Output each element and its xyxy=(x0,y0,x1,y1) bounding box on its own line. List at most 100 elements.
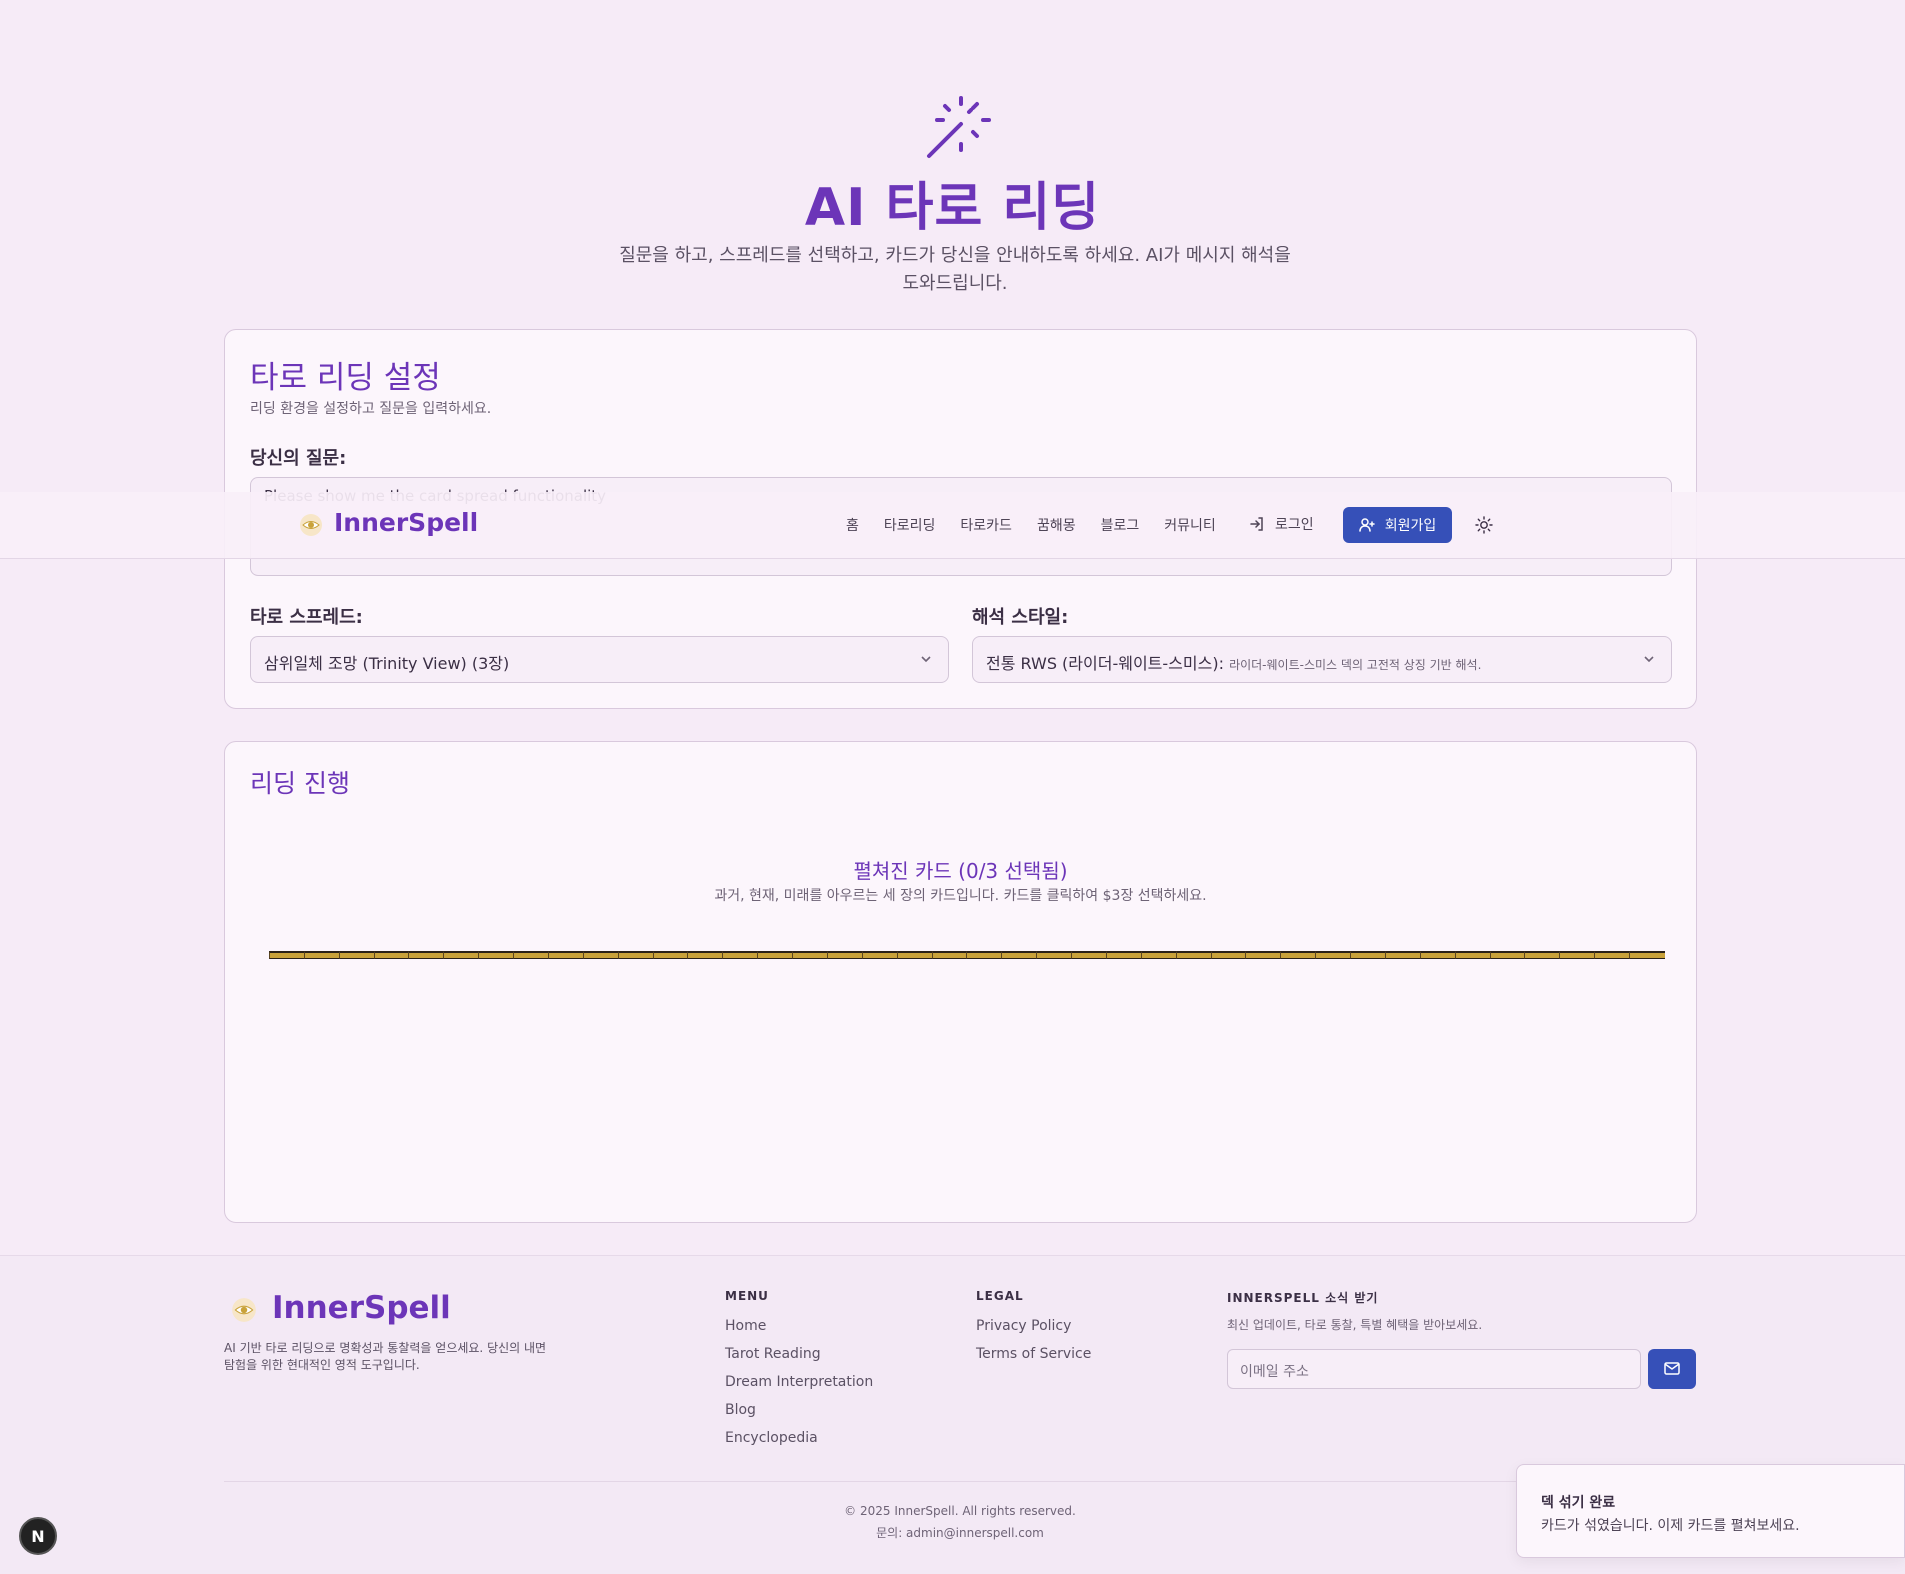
signup-label: 회원가입 xyxy=(1384,518,1437,534)
toast-title: 덱 섞기 완료 xyxy=(1541,1495,1616,1511)
deck-card[interactable] xyxy=(1594,951,1631,959)
deck-card[interactable] xyxy=(1280,951,1317,959)
deck-card[interactable] xyxy=(1419,951,1456,959)
toast-notification[interactable]: 덱 섞기 완료 카드가 섞였습니다. 이제 카드를 펼쳐보세요. xyxy=(1516,1464,1905,1558)
spread-heading: 펼쳐진 카드 (0/3 선택됨) xyxy=(853,859,1068,883)
reading-progress-card: 리딩 진행 펼쳐진 카드 (0/3 선택됨) 과거, 현재, 미래를 아우르는 … xyxy=(224,741,1697,1223)
style-select-hint: 라이더-웨이트-스미스 덱의 고전적 상징 기반 해석. xyxy=(1229,658,1482,672)
deck-card[interactable] xyxy=(652,951,689,959)
nav-item-tarot-cards[interactable]: 타로카드 xyxy=(960,515,1012,535)
footer-link-home[interactable]: Home xyxy=(725,1318,766,1334)
deck-card[interactable] xyxy=(826,951,863,959)
footer-divider xyxy=(224,1481,1697,1482)
nav-menu: 홈 타로리딩 타로카드 꿈해몽 블로그 커뮤니티 xyxy=(846,515,1241,535)
deck-card[interactable] xyxy=(896,951,933,959)
nav-logo[interactable]: InnerSpell xyxy=(334,508,478,537)
sun-icon[interactable] xyxy=(1475,516,1493,534)
footer-newsletter-description: 최신 업데이트, 타로 통찰, 특별 혜택을 받아보세요. xyxy=(1227,1318,1483,1332)
progress-title: 리딩 진행 xyxy=(250,769,350,798)
deck-card[interactable] xyxy=(1350,951,1387,959)
deck-card[interactable] xyxy=(408,951,445,959)
style-select[interactable]: 전통 RWS (라이더-웨이트-스미스): 라이더-웨이트-스미스 덱의 고전적… xyxy=(972,636,1672,683)
spread-select[interactable]: 삼위일체 조망 (Trinity View) (3장) xyxy=(250,636,949,683)
footer-link-privacy[interactable]: Privacy Policy xyxy=(976,1318,1071,1334)
footer-link-tarot-reading[interactable]: Tarot Reading xyxy=(725,1346,821,1362)
deck-card[interactable] xyxy=(373,951,410,959)
deck-card[interactable] xyxy=(1489,951,1526,959)
log-in-icon xyxy=(1250,517,1263,531)
deck-card[interactable] xyxy=(1384,951,1421,959)
footer-link-terms[interactable]: Terms of Service xyxy=(976,1346,1091,1362)
deck-card[interactable] xyxy=(269,951,305,959)
settings-title: 타로 리딩 설정 xyxy=(250,360,441,396)
deck-card[interactable] xyxy=(687,951,724,959)
footer-link-blog[interactable]: Blog xyxy=(725,1402,756,1418)
footer-logo[interactable]: InnerSpell xyxy=(272,1290,451,1326)
newsletter-submit-button[interactable] xyxy=(1648,1349,1696,1389)
deck-card[interactable] xyxy=(792,951,829,959)
deck-card[interactable] xyxy=(1245,951,1282,959)
deck-card[interactable] xyxy=(966,951,1003,959)
footer-link-encyclopedia[interactable]: Encyclopedia xyxy=(725,1430,818,1446)
nextjs-dev-badge[interactable]: N xyxy=(19,1517,57,1555)
deck-card[interactable] xyxy=(1454,951,1491,959)
deck-card[interactable] xyxy=(931,951,968,959)
deck-card[interactable] xyxy=(861,951,898,959)
deck-card[interactable] xyxy=(1105,951,1142,959)
deck-card[interactable] xyxy=(757,951,794,959)
nav-item-home[interactable]: 홈 xyxy=(846,515,859,535)
deck-card[interactable] xyxy=(1001,951,1038,959)
spread-instructions: 과거, 현재, 미래를 아우르는 세 장의 카드입니다. 카드를 클릭하여 $3… xyxy=(714,888,1207,904)
login-label: 로그인 xyxy=(1275,517,1314,533)
footer-link-dream[interactable]: Dream Interpretation xyxy=(725,1374,873,1390)
style-select-value: 전통 RWS (라이더-웨이트-스미스): 라이더-웨이트-스미스 덱의 고전적… xyxy=(986,654,1482,673)
deck-card[interactable] xyxy=(1210,951,1247,959)
deck-card[interactable] xyxy=(1315,951,1352,959)
spread-label: 타로 스프레드: xyxy=(250,607,363,628)
nav-item-blog[interactable]: 블로그 xyxy=(1101,515,1140,535)
nav-item-dream[interactable]: 꿈해몽 xyxy=(1037,515,1076,535)
chevron-down-icon xyxy=(1644,656,1654,663)
deck-card[interactable] xyxy=(338,951,375,959)
deck-card[interactable] xyxy=(303,951,340,959)
deck-card[interactable] xyxy=(617,951,654,959)
deck-card[interactable] xyxy=(513,951,550,959)
deck-card[interactable] xyxy=(1175,951,1212,959)
deck-card[interactable] xyxy=(1036,951,1073,959)
deck-card[interactable] xyxy=(582,951,619,959)
login-button[interactable]: 로그인 xyxy=(1249,514,1314,534)
deck-card[interactable] xyxy=(722,951,759,959)
magic-wand-icon xyxy=(927,96,991,158)
deck-card[interactable] xyxy=(1559,951,1596,959)
newsletter-email-input[interactable]: 이메일 주소 xyxy=(1227,1349,1641,1389)
chevron-down-icon xyxy=(921,656,931,663)
footer-newsletter-heading: INNERSPELL 소식 받기 xyxy=(1227,1291,1379,1305)
nav-item-community[interactable]: 커뮤니티 xyxy=(1164,515,1216,535)
mail-icon xyxy=(1664,1362,1680,1375)
deck-card[interactable] xyxy=(1071,951,1108,959)
settings-description: 리딩 환경을 설정하고 질문을 입력하세요. xyxy=(250,401,492,417)
logo-eye-icon xyxy=(232,1298,256,1322)
user-plus-icon xyxy=(1358,518,1375,532)
spread-select-value: 삼위일체 조망 (Trinity View) (3장) xyxy=(264,654,510,673)
card-spread-deck[interactable] xyxy=(269,951,1665,961)
style-label: 해석 스타일: xyxy=(972,607,1069,628)
page-title: AI 타로 리딩 xyxy=(804,178,1101,238)
email-placeholder: 이메일 주소 xyxy=(1240,1364,1309,1380)
deck-card[interactable] xyxy=(1140,951,1177,959)
deck-card[interactable] xyxy=(1524,951,1561,959)
deck-card[interactable] xyxy=(547,951,584,959)
footer-description: AI 기반 타로 리딩으로 명확성과 통찰력을 얻으세요. 당신의 내면 탐험을… xyxy=(224,1341,547,1372)
signup-button[interactable]: 회원가입 xyxy=(1343,507,1452,543)
footer-legal-heading: LEGAL xyxy=(976,1289,1024,1303)
footer-menu-heading: MENU xyxy=(725,1289,769,1303)
toast-message: 카드가 섞였습니다. 이제 카드를 펼쳐보세요. xyxy=(1541,1518,1800,1534)
page-subtitle: 질문을 하고, 스프레드를 선택하고, 카드가 당신을 안내하도록 하세요. A… xyxy=(619,245,1291,294)
logo-eye-icon xyxy=(300,514,322,536)
nav-item-tarot-reading[interactable]: 타로리딩 xyxy=(884,515,936,535)
top-navigation: InnerSpell 홈 타로리딩 타로카드 꿈해몽 블로그 커뮤니티 로그인 … xyxy=(0,492,1905,559)
deck-card[interactable] xyxy=(478,951,515,959)
question-label: 당신의 질문: xyxy=(250,448,347,469)
deck-card[interactable] xyxy=(1629,951,1665,959)
deck-card[interactable] xyxy=(443,951,480,959)
